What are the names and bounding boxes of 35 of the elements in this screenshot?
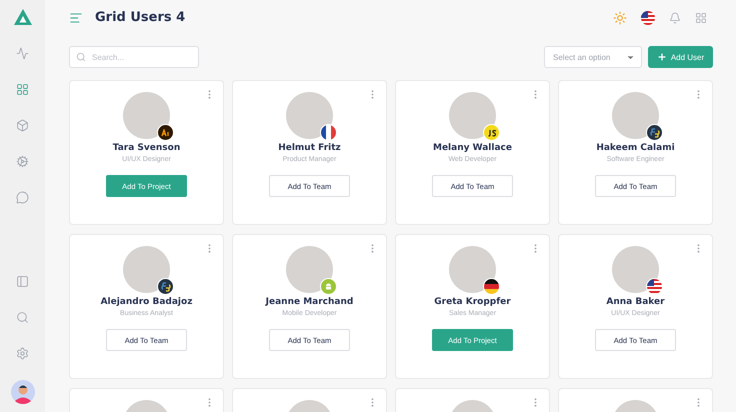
- avatar-photo-placeholder: [286, 246, 333, 293]
- python-badge-icon: [157, 278, 174, 295]
- logo-icon[interactable]: [12, 8, 32, 26]
- plus-icon: [656, 52, 667, 62]
- user-name: Helmut Fritz: [278, 143, 341, 153]
- user-name: Alejandro Badajoz: [100, 297, 192, 307]
- android-badge-icon: [320, 278, 337, 295]
- user-name: Jeanne Marchand: [266, 297, 354, 307]
- avatar-photo-placeholder: [123, 246, 170, 293]
- france-flag-icon: [320, 124, 337, 141]
- usa-flag-icon: [646, 278, 663, 295]
- usa-flag-icon[interactable]: [641, 10, 655, 24]
- user-name: Melany Wallace: [433, 143, 512, 153]
- python-badge-icon: [646, 124, 663, 141]
- page-title: Grid Users 4: [95, 10, 186, 25]
- apps-grid-icon[interactable]: [695, 12, 707, 24]
- user-name: Hakeem Calami: [596, 143, 675, 153]
- avatar-photo-placeholder: [123, 92, 170, 139]
- notification-bell-icon[interactable]: [669, 12, 681, 24]
- illustrator-badge-icon: [157, 124, 174, 141]
- avatar-photo-placeholder: [612, 92, 659, 139]
- sun-icon[interactable]: [613, 10, 627, 24]
- avatar-photo-placeholder: [449, 92, 496, 139]
- user-name: Greta Kroppfer: [434, 297, 511, 307]
- user-name: Tara Svenson: [112, 143, 180, 153]
- javascript-badge-icon: [483, 124, 500, 141]
- user-avatar-icon[interactable]: [10, 380, 34, 404]
- search-icon: [76, 52, 86, 62]
- avatar-photo-placeholder: [286, 92, 333, 139]
- user-name: Anna Baker: [606, 297, 665, 307]
- menu-icon[interactable]: [69, 10, 83, 24]
- search-field[interactable]: Search...: [69, 46, 199, 68]
- avatar-photo-placeholder: [449, 246, 496, 293]
- germany-flag-icon: [483, 278, 500, 295]
- avatar-photo-placeholder: [612, 246, 659, 293]
